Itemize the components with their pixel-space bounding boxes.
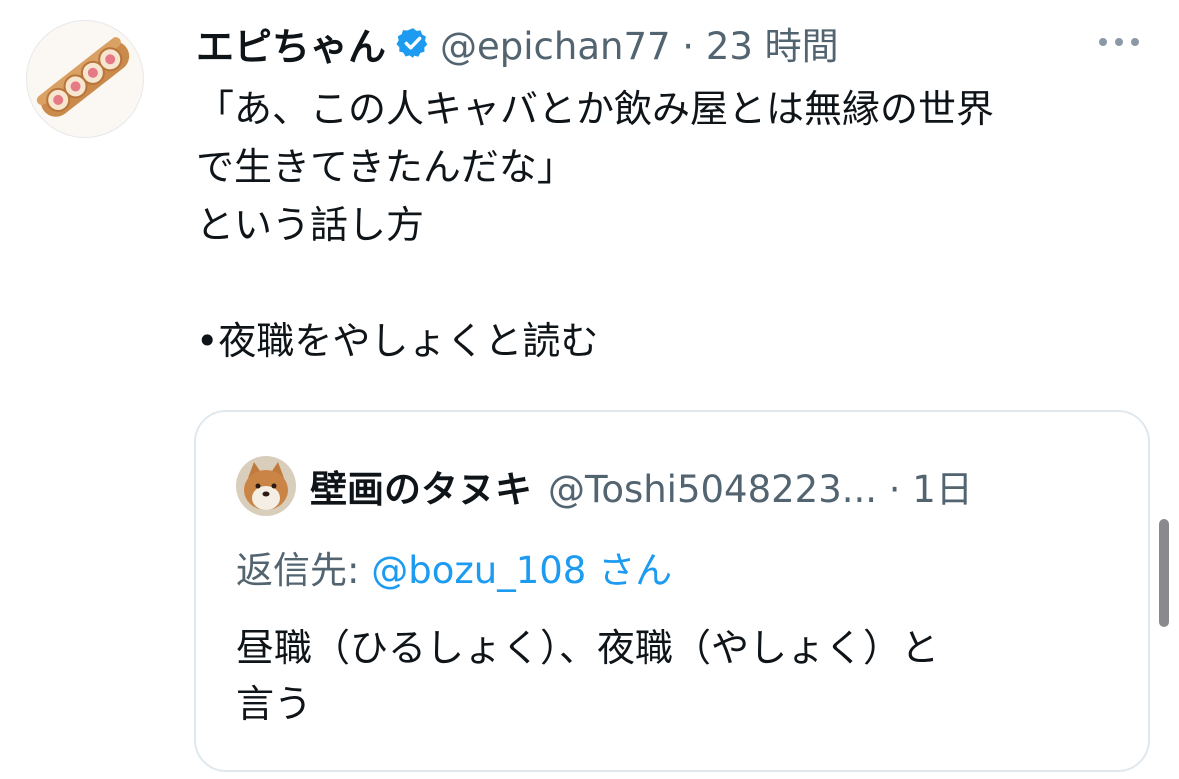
quoted-tweet-card[interactable]: 壁画のタヌキ @Toshi5048223... · 1日 返信先: @bozu_…: [194, 410, 1150, 772]
bread-pastry-icon: [36, 37, 130, 117]
author-name[interactable]: エピちゃん: [196, 16, 386, 71]
quoted-tweet-header: 壁画のタヌキ @Toshi5048223... · 1日: [236, 456, 1108, 516]
tweet-text: 「あ、この人キャバとか飲み屋とは無縁の世界 で生きてきたんだな」 という話し方 …: [196, 87, 995, 363]
verified-badge-icon: [396, 26, 430, 60]
quoted-author-name[interactable]: 壁画のタヌキ: [310, 459, 532, 513]
quoted-author-avatar: [236, 456, 296, 516]
quoted-author-handle-time[interactable]: @Toshi5048223... · 1日: [548, 459, 973, 513]
reply-to-handle-link[interactable]: @bozu_108 さん: [371, 549, 672, 592]
shiba-dog-icon: [236, 456, 296, 516]
reply-to-label: 返信先:: [236, 549, 372, 592]
author-avatar[interactable]: [26, 20, 144, 138]
reply-to-line: 返信先: @bozu_108 さん: [236, 540, 672, 594]
more-options-icon[interactable]: [1093, 22, 1145, 62]
author-handle-time[interactable]: @epichan77 · 23 時間: [440, 16, 839, 70]
quoted-tweet-text: 昼職（ひるしょく）、夜職（やしょく）と 言う: [236, 626, 940, 726]
scrollbar-thumb[interactable]: [1159, 519, 1169, 627]
tweet-header: エピちゃん @epichan77 · 23 時間: [196, 16, 1151, 71]
